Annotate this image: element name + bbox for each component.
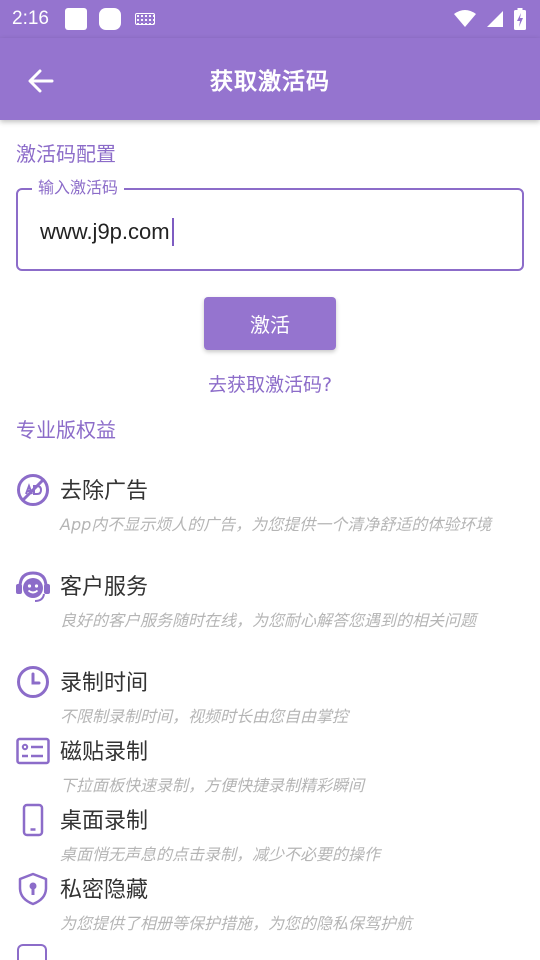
page-title: 获取激活码: [210, 69, 330, 95]
text-caret: [171, 218, 175, 246]
status-time: 2:16: [12, 8, 49, 29]
feature-title: 客户服务: [60, 575, 149, 600]
signal-icon: [487, 11, 503, 27]
screen: 2:16 获取激活码 激活码配置 输入激活码 www.j9p.com 激活 去获…: [0, 0, 540, 960]
feature-desc: 为您提供了相册等保护措施，为您的隐私保驾护航: [60, 914, 413, 933]
status-bar: 2:16: [0, 0, 540, 38]
phone-icon: [22, 803, 44, 837]
config-section-title: 激活码配置: [16, 142, 116, 166]
feature-desc: 下拉面板快速录制，方便快捷录制精彩瞬间: [60, 776, 365, 795]
tile-card-icon: [16, 737, 50, 765]
feature-title: 磁贴录制: [60, 740, 149, 765]
feature-desc: App内不显示烦人的广告，为您提供一个清净舒适的体验环境: [60, 515, 492, 534]
activate-button[interactable]: 激活: [204, 297, 336, 350]
get-code-link[interactable]: 去获取激活码?: [0, 370, 540, 397]
wifi-icon: [454, 10, 476, 27]
feature-desc: 不限制录制时间，视频时长由您自由掌控: [60, 707, 349, 726]
feature-desc: 良好的客户服务随时在线，为您耐心解答您遇到的相关问题: [60, 611, 477, 630]
input-label: 输入激活码: [32, 177, 125, 199]
headset-support-icon: [16, 571, 50, 602]
feature-title: 去除广告: [60, 479, 149, 504]
next-feature-peek: [17, 944, 47, 960]
no-ads-icon: [17, 474, 49, 506]
keyboard-icon: [134, 13, 155, 25]
feature-title: 录制时间: [60, 671, 149, 696]
notification-icon: [64, 8, 87, 30]
pro-section-title: 专业版权益: [16, 418, 116, 442]
clock-icon: [17, 666, 49, 698]
app-bar: 获取激活码: [0, 38, 540, 120]
battery-icon: [514, 8, 526, 30]
input-value[interactable]: www.j9p.com: [40, 218, 175, 246]
feature-title: 私密隐藏: [60, 878, 149, 903]
notification-icon: [98, 8, 121, 30]
input-text: www.j9p.com: [40, 219, 170, 244]
status-icons: [454, 8, 526, 30]
feature-desc: 桌面悄无声息的点击录制，减少不必要的操作: [60, 845, 381, 864]
activation-code-input[interactable]: 输入激活码 www.j9p.com: [16, 177, 524, 271]
shield-lock-icon: [18, 872, 48, 906]
feature-title: 桌面录制: [60, 809, 149, 834]
